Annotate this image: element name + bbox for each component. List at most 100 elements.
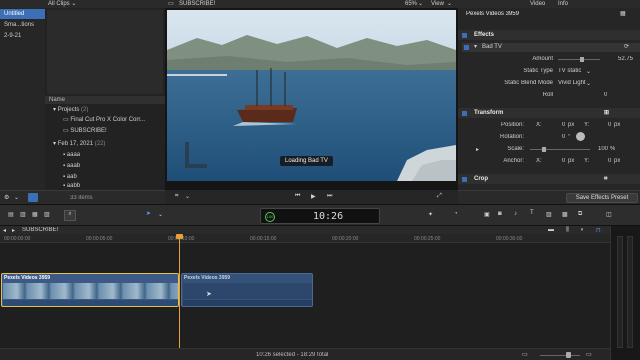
list-item[interactable]: ▪ aaab <box>59 161 165 171</box>
amount-slider[interactable] <box>558 59 600 60</box>
timecode-display[interactable]: 100 10:26 <box>260 208 380 224</box>
effect-header[interactable]: ▾ Bad TV ⟳ <box>462 43 640 52</box>
forward-arrow-icon[interactable]: ▸ <box>12 227 15 234</box>
param-value[interactable]: 100 <box>598 146 608 152</box>
playhead[interactable] <box>179 234 180 348</box>
inspector-tabs: Video Info <box>458 0 640 8</box>
snapping-icon[interactable]: ⊓ <box>596 227 601 234</box>
transitions-icon[interactable]: ⧉ <box>578 211 582 218</box>
axis-label: X: <box>536 158 542 164</box>
library-item-label: 2-9-21 <box>4 33 22 39</box>
chevron-down-icon[interactable]: ⌄ <box>14 194 19 201</box>
fullscreen-icon[interactable]: ⤢ <box>437 193 442 200</box>
video-frame: Loading Bad TV <box>167 10 456 181</box>
timeline-clip[interactable]: Pexels Videos 3959 <box>1 273 179 307</box>
axis-label: Y: <box>584 122 590 128</box>
browser-bottom-bar: ⚙ ⌄ 33 items <box>0 190 165 204</box>
rotation-dial[interactable] <box>576 132 585 141</box>
previous-frame-icon[interactable]: ⏮ <box>295 193 300 200</box>
library-item-smart[interactable]: Sma...tions <box>0 20 45 30</box>
chevron-down-icon[interactable]: ⌄ <box>185 193 190 200</box>
name-column-header[interactable]: Name <box>45 96 165 104</box>
timeline-zoom-icon[interactable]: ▭ <box>522 351 528 358</box>
search-icon[interactable]: ⌕ <box>64 210 76 221</box>
param-value[interactable]: 0 <box>562 134 565 140</box>
param-value[interactable]: 0 <box>604 92 607 98</box>
audio-skimming-icon[interactable]: ◖ <box>580 227 584 233</box>
next-frame-icon[interactable]: ⏭ <box>327 193 332 200</box>
zoom-slider[interactable] <box>540 355 580 356</box>
chevron-down-icon[interactable]: ⌄ <box>158 211 163 218</box>
clip-label: Pexels Videos 3959 <box>4 275 51 281</box>
transform-icon[interactable]: ⊞ <box>604 108 609 118</box>
append-icon[interactable]: ▤ <box>8 211 14 218</box>
group-projects[interactable]: ▾ Projects (2) <box>49 105 165 115</box>
magic-wand-icon[interactable]: ✦ <box>428 211 433 218</box>
param-value[interactable]: 0 <box>562 158 565 164</box>
gear-icon[interactable]: ⚙ <box>4 194 9 201</box>
scale-slider[interactable] <box>530 149 590 150</box>
zoom-slider-handle[interactable] <box>566 352 571 358</box>
chevron-down-icon[interactable]: ⌄ <box>418 0 423 8</box>
browser-pane: All Clips ⌄ Name ▾ Projects (2) ▭ Final … <box>45 0 165 190</box>
browser-icon[interactable]: ▣ <box>484 211 490 218</box>
speedometer-icon[interactable]: ◔ <box>454 211 458 217</box>
transform-section: Transform ⊞ <box>458 108 640 118</box>
back-arrow-icon[interactable]: ◂ <box>3 227 6 234</box>
clip-appearance-icon[interactable]: ▬ <box>548 227 554 233</box>
play-icon[interactable]: ▶ <box>311 193 316 200</box>
checkbox-icon[interactable] <box>462 111 467 116</box>
param-value[interactable]: 0 <box>562 122 565 128</box>
chevron-down-icon[interactable]: ⌄ <box>447 0 452 8</box>
param-dropdown[interactable]: TV static <box>558 68 581 74</box>
music-icon[interactable]: ♪ <box>514 211 517 217</box>
library-item-date[interactable]: 2-9-21 <box>0 31 45 41</box>
timeline-header: ◂ ▸ SUBSCRIBE! ▬ ⫼ ◖ ⊓ <box>0 226 610 234</box>
group-date[interactable]: ▾ Feb 17, 2021 (22) <box>49 139 165 149</box>
param-dropdown[interactable]: Vivid Light <box>558 80 586 86</box>
chevron-down-icon[interactable]: ⌄ <box>586 80 591 87</box>
timeline-ruler[interactable]: 00:00:00:00 00:00:05:00 00:00:10:00 00:0… <box>0 234 610 243</box>
checkbox-icon[interactable] <box>462 177 467 182</box>
slider-handle[interactable] <box>542 147 546 152</box>
film-icon: ▦ <box>620 11 626 17</box>
tab-info[interactable]: Info <box>558 0 568 8</box>
playhead-handle[interactable] <box>176 234 183 239</box>
effects-browser-icon[interactable]: ◫ <box>606 211 612 218</box>
text-icon[interactable]: T <box>530 210 534 216</box>
camera-icon[interactable]: ◙ <box>498 211 502 217</box>
overwrite-icon[interactable]: ▧ <box>44 211 50 218</box>
zoom-in-icon[interactable]: ▭ <box>586 351 592 358</box>
select-tool-icon[interactable]: ➤ <box>146 210 151 217</box>
themes-icon[interactable]: ▨ <box>546 211 552 218</box>
param-value[interactable]: 0 <box>608 122 611 128</box>
library-item-untitled[interactable]: Untitled <box>0 9 45 19</box>
checkbox-icon[interactable] <box>464 45 469 50</box>
list-item[interactable]: ▭ Final Cut Pro X Color Corr... <box>59 115 165 125</box>
skimming-icon[interactable]: ⫼ <box>566 227 569 234</box>
zoom-level[interactable]: 65% <box>405 0 417 8</box>
param-value[interactable]: 0 <box>608 158 611 164</box>
transform-label: Transform <box>474 110 504 116</box>
slider-handle[interactable] <box>580 57 584 62</box>
disclosure-triangle-icon[interactable]: ▾ <box>474 43 477 52</box>
crop-tool-icon[interactable]: ⌗ <box>175 193 178 200</box>
crop-icon[interactable]: ⌗ <box>604 174 607 184</box>
tab-video[interactable]: Video <box>530 0 545 8</box>
list-item[interactable]: ▭ SUBSCRIBE! <box>59 126 165 136</box>
save-effects-preset-button[interactable]: Save Effects Preset <box>566 193 638 203</box>
connect-icon[interactable]: ▥ <box>20 211 26 218</box>
list-item[interactable]: ▪ aabb <box>59 182 165 190</box>
timeline-clip[interactable]: Pexels Videos 3959 <box>181 273 313 307</box>
disclosure-icon[interactable]: ⟳ <box>624 43 629 52</box>
list-item[interactable]: ▪ aaaa <box>59 150 165 160</box>
param-value[interactable]: 52.75 <box>618 56 633 62</box>
list-view-icon[interactable] <box>28 193 38 202</box>
browser-filter[interactable]: All Clips ⌄ <box>45 0 165 8</box>
insert-icon[interactable]: ▦ <box>32 211 38 218</box>
chevron-down-icon[interactable]: ⌄ <box>586 68 591 75</box>
view-menu[interactable]: View <box>431 0 444 8</box>
checkbox-icon[interactable] <box>462 33 467 38</box>
list-item[interactable]: ▪ aab <box>59 172 165 182</box>
generators-icon[interactable]: ▩ <box>562 211 568 218</box>
